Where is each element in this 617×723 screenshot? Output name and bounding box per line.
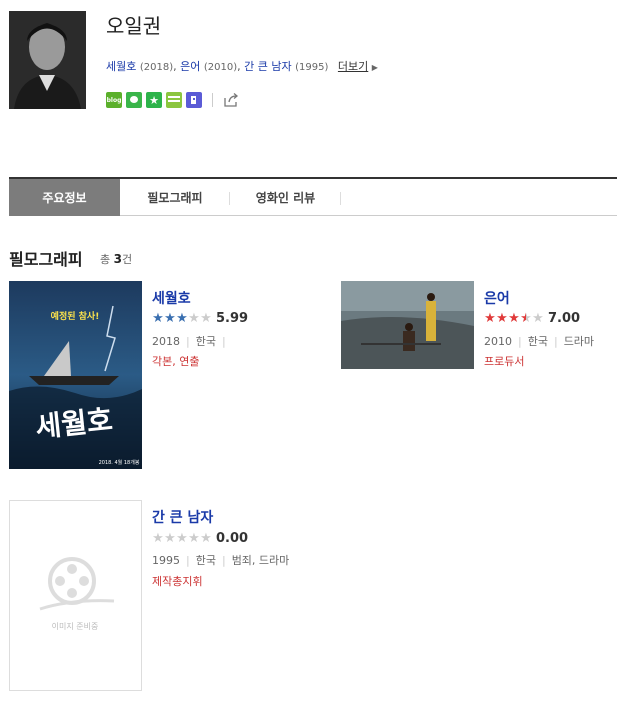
list-icon[interactable]: [166, 92, 182, 108]
rating-score: 5.99: [216, 311, 249, 326]
film-genre: 범죄, 드라마: [231, 554, 290, 567]
film-country: 한국: [527, 335, 548, 348]
more-link[interactable]: 더보기: [338, 60, 368, 73]
star-icon: ★: [200, 311, 212, 326]
poster-caption: 예정된 참사!: [51, 310, 100, 322]
divider: [212, 93, 213, 107]
work-year-1: (2018): [139, 62, 174, 73]
work-year-3: (1995): [295, 62, 329, 73]
placeholder-label: 이미지 준비중: [52, 621, 99, 631]
film-title-2[interactable]: 은어: [484, 288, 510, 308]
star-icon: ★: [188, 531, 200, 546]
film-year: 2010: [484, 335, 512, 348]
star-icon: ★: [200, 531, 212, 546]
film-meta-3: 1995 | 한국 | 범죄, 드라마: [152, 554, 290, 567]
person-name: 오일권: [106, 14, 162, 38]
tab-reviews[interactable]: 영화인 리뷰: [230, 179, 341, 216]
film-country: 한국: [195, 335, 216, 348]
chevron-right-icon: ▶: [371, 63, 378, 72]
rating-score: 7.00: [548, 311, 581, 326]
film-genre: 드라마: [563, 335, 595, 348]
tab-bar: 주요정보 필모그래피 영화인 리뷰: [9, 177, 617, 216]
star-icon: ★: [164, 531, 176, 546]
film-reel-icon: 이미지 준비중: [39, 557, 115, 631]
film-meta-2: 2010 | 한국 | 드라마: [484, 335, 595, 348]
film-role-2: 프로듀서: [484, 355, 525, 368]
star-icon: ★: [176, 311, 188, 326]
star-icon: ★: [152, 311, 164, 326]
section-title: 필모그래피: [9, 250, 83, 269]
section-count: 총 3건: [100, 251, 132, 267]
tab-filmography[interactable]: 필모그래피: [120, 179, 230, 216]
blog-icon[interactable]: blog: [106, 92, 122, 108]
count-prefix: 총: [100, 253, 111, 266]
work-link-1[interactable]: 세월호: [106, 60, 136, 73]
rating-stars-1: ★ ★ ★ ★ ★ 5.99: [152, 311, 248, 326]
film-meta-1: 2018 | 한국 |: [152, 335, 226, 348]
notable-works: 세월호 (2018), 은어 (2010), 간 큰 남자 (1995) 더보기…: [106, 60, 378, 73]
tab-main-info[interactable]: 주요정보: [9, 179, 120, 216]
sns-share-bar: blog ★: [106, 92, 239, 108]
film-role-1: 각본, 연출: [152, 355, 200, 368]
rating-stars-3: ★ ★ ★ ★ ★ 0.00: [152, 531, 248, 546]
work-link-2[interactable]: 은어: [180, 60, 200, 73]
count-suffix: 건: [121, 253, 133, 266]
poster-date: 2018. 4월 18개봉: [99, 459, 140, 466]
star-icon: ★: [532, 311, 544, 326]
profile-photo: [9, 11, 86, 109]
work-link-3[interactable]: 간 큰 남자: [244, 60, 291, 73]
poster-artwork: 세월호 예정된 참사! 2018. 4월 18개봉: [9, 281, 142, 469]
star-icon: ★: [508, 311, 520, 326]
film-country: 한국: [195, 554, 216, 567]
rating-score: 0.00: [216, 531, 249, 546]
star-icon: ★: [176, 531, 188, 546]
film-poster-3[interactable]: 이미지 준비중: [9, 500, 142, 691]
star-icon: ★: [484, 311, 496, 326]
film-year: 1995: [152, 554, 180, 567]
work-year-2: (2010): [203, 62, 238, 73]
film-title-3[interactable]: 간 큰 남자: [152, 507, 213, 527]
still-image: [341, 281, 474, 369]
star-icon: ★: [496, 311, 508, 326]
film-poster-1[interactable]: 세월호 예정된 참사! 2018. 4월 18개봉: [9, 281, 142, 469]
star-icon[interactable]: ★: [146, 92, 162, 108]
star-icon: ★: [520, 311, 532, 326]
rating-stars-2: ★ ★ ★ ★ ★ 7.00: [484, 311, 580, 326]
star-icon: ★: [152, 531, 164, 546]
film-poster-2[interactable]: [341, 281, 474, 369]
page-icon[interactable]: [186, 92, 202, 108]
film-title-1[interactable]: 세월호: [152, 288, 191, 308]
count-value: 3: [113, 252, 122, 266]
film-role-3: 제작총지휘: [152, 575, 203, 588]
talk-icon[interactable]: [126, 92, 142, 108]
share-icon[interactable]: [223, 92, 239, 108]
star-icon: ★: [164, 311, 176, 326]
star-icon: ★: [188, 311, 200, 326]
film-year: 2018: [152, 335, 180, 348]
person-portrait: [9, 11, 86, 109]
